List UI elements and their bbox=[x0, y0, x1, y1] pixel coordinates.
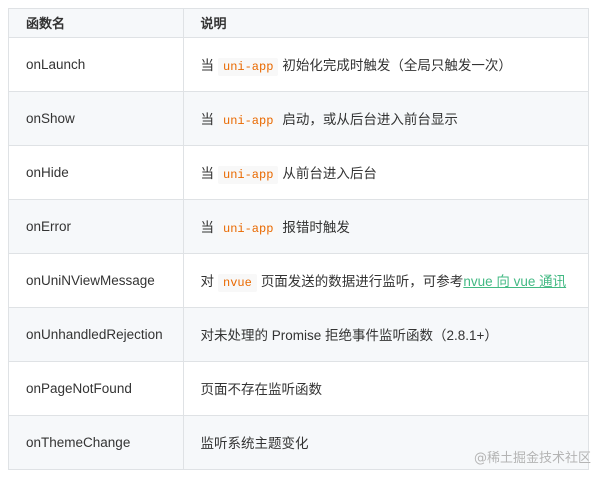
desc-text: 从前台进入后台 bbox=[282, 166, 377, 181]
api-table-container: 函数名 说明 onLaunch 当 uni-app 初始化完成时触发（全局只触发一次… bbox=[8, 8, 589, 470]
watermark: @稀土掘金技术社区 bbox=[473, 451, 591, 466]
table-row: onUniNViewMessage 对 nvue 页面发送的数据进行监听，可参考nv… bbox=[9, 253, 588, 308]
desc-text: 当 bbox=[200, 58, 215, 73]
desc-text: 对 bbox=[200, 274, 215, 289]
function-description: 当 uni-app 报错时触发 bbox=[183, 199, 588, 254]
function-name: onLaunch bbox=[9, 37, 184, 92]
function-description: 对未处理的 Promise 拒绝事件监听函数（2.8.1+） bbox=[183, 307, 588, 362]
function-name: onError bbox=[9, 199, 184, 254]
function-description: 当 uni-app 初始化完成时触发（全局只触发一次） bbox=[183, 37, 588, 92]
function-name: onUnhandledRejection bbox=[9, 307, 184, 362]
function-name: onShow bbox=[9, 91, 184, 146]
table-row: onError 当 uni-app 报错时触发 bbox=[9, 199, 588, 254]
function-name: onUniNViewMessage bbox=[9, 253, 184, 308]
inline-code: uni-app bbox=[218, 58, 279, 76]
inline-code: nvue bbox=[218, 274, 257, 292]
desc-text: 当 bbox=[200, 220, 215, 235]
table-row: onLaunch 当 uni-app 初始化完成时触发（全局只触发一次） bbox=[9, 37, 588, 92]
function-description: 当 uni-app 启动，或从后台进入前台显示 bbox=[183, 91, 588, 146]
table-row: onPageNotFound 页面不存在监听函数 bbox=[9, 361, 588, 416]
desc-text: 初始化完成时触发（全局只触发一次） bbox=[282, 58, 512, 73]
lifecycle-functions-table: 函数名 说明 onLaunch 当 uni-app 初始化完成时触发（全局只触发一次… bbox=[9, 9, 588, 469]
header-description: 说明 bbox=[183, 9, 588, 38]
desc-text: 当 bbox=[200, 112, 215, 127]
desc-text: 报错时触发 bbox=[282, 220, 350, 235]
inline-code: uni-app bbox=[218, 166, 279, 184]
function-description: 当 uni-app 从前台进入后台 bbox=[183, 145, 588, 200]
inline-code: uni-app bbox=[218, 112, 279, 130]
function-name: onThemeChange bbox=[9, 415, 184, 469]
desc-text: 启动，或从后台进入前台显示 bbox=[282, 112, 458, 127]
table-row: onHide 当 uni-app 从前台进入后台 bbox=[9, 145, 588, 200]
function-name: onPageNotFound bbox=[9, 361, 184, 416]
table-row: onShow 当 uni-app 启动，或从后台进入前台显示 bbox=[9, 91, 588, 146]
table-header-row: 函数名 说明 bbox=[9, 9, 588, 38]
header-function-name: 函数名 bbox=[9, 9, 184, 38]
desc-text: 页面发送的数据进行监听，可参考 bbox=[260, 274, 464, 289]
function-description: 对 nvue 页面发送的数据进行监听，可参考nvue 向 vue 通讯 bbox=[183, 253, 588, 308]
table-row: onUnhandledRejection 对未处理的 Promise 拒绝事件监… bbox=[9, 307, 588, 362]
inline-code: uni-app bbox=[218, 220, 279, 238]
function-description: 页面不存在监听函数 bbox=[183, 361, 588, 416]
nvue-communication-link[interactable]: nvue 向 vue 通讯 bbox=[463, 274, 566, 289]
function-name: onHide bbox=[9, 145, 184, 200]
desc-text: 当 bbox=[200, 166, 215, 181]
